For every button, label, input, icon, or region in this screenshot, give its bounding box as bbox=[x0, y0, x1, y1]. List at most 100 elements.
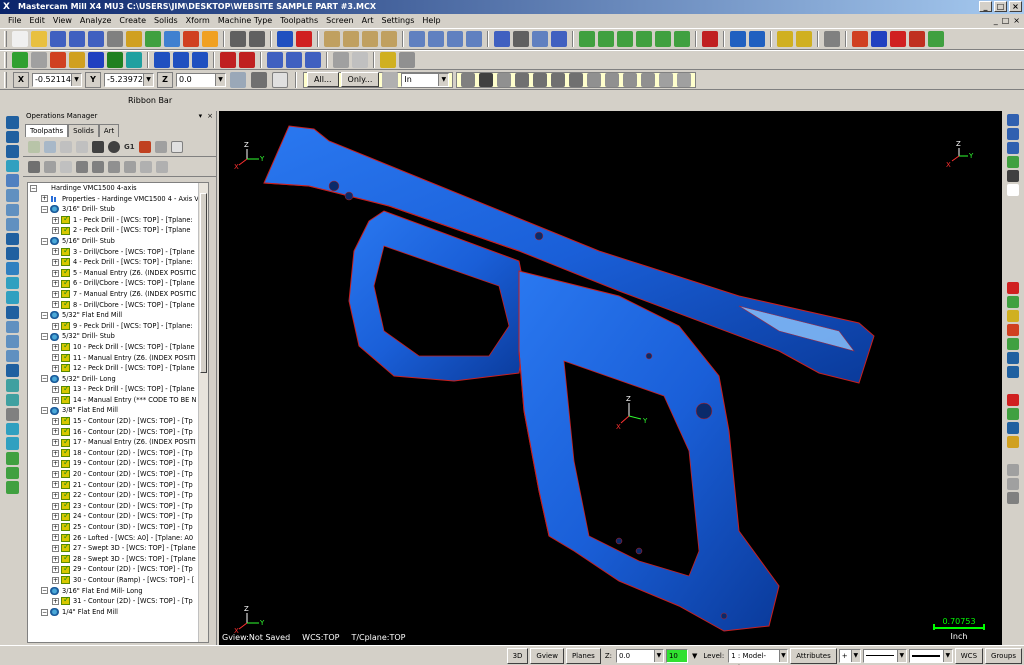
gear-icon[interactable] bbox=[796, 31, 812, 47]
tree-node-op[interactable]: +21 - Contour (2D) - [WCS: TOP] - [Tp bbox=[28, 480, 208, 491]
minimize-button[interactable]: _ bbox=[979, 1, 992, 12]
line-style-select[interactable]: ▼ bbox=[862, 648, 907, 663]
menu-toolpaths[interactable]: Toolpaths bbox=[276, 14, 322, 28]
tree-node-op[interactable]: +13 - Peck Drill - [WCS: TOP] - [Tplane bbox=[28, 384, 208, 395]
tree-node-prop[interactable]: + Properties - Hardinge VMC1500 4 - Axis … bbox=[28, 194, 208, 205]
tree-node-op[interactable]: +23 - Contour (2D) - [WCS: TOP] - [Tp bbox=[28, 501, 208, 512]
toggle-display-icon[interactable] bbox=[44, 160, 56, 173]
left-toolbar-19-icon[interactable] bbox=[5, 393, 19, 407]
select-all-button[interactable]: All... bbox=[307, 72, 339, 87]
close-panel-icon[interactable]: × bbox=[207, 111, 213, 122]
left-toolbar-8-icon[interactable] bbox=[5, 232, 19, 246]
right-toolbar-16-icon[interactable] bbox=[1007, 338, 1019, 350]
delete-ops-icon[interactable] bbox=[154, 140, 167, 153]
fillet-icon[interactable] bbox=[69, 52, 85, 68]
line-width-select[interactable]: ▼ bbox=[908, 648, 953, 663]
expand-toggle-icon[interactable]: + bbox=[52, 597, 59, 605]
trim-icon[interactable] bbox=[192, 52, 208, 68]
mirror-icon[interactable] bbox=[154, 52, 170, 68]
y-coordinate-field[interactable]: -5.23972 ▼ bbox=[104, 72, 154, 87]
dropdown-arrow-icon[interactable]: ▼ bbox=[438, 73, 449, 86]
toolbar-grip[interactable] bbox=[4, 71, 7, 88]
expand-toggle-icon[interactable]: + bbox=[52, 258, 59, 266]
copy-icon[interactable] bbox=[579, 31, 595, 47]
tree-node-op[interactable]: +4 - Peck Drill - [WCS: TOP] - [Tplane: bbox=[28, 257, 208, 268]
wcs-button[interactable]: WCS bbox=[954, 647, 984, 664]
left-toolbar-2-icon[interactable] bbox=[5, 145, 19, 158]
selection-mode-10-icon[interactable] bbox=[641, 72, 656, 87]
expand-toggle-icon[interactable]: + bbox=[52, 428, 59, 436]
expand-toggle-icon[interactable]: + bbox=[52, 248, 59, 256]
copy-icon[interactable] bbox=[145, 31, 161, 47]
menu-edit[interactable]: Edit bbox=[25, 14, 49, 28]
menu-art[interactable]: Art bbox=[358, 14, 378, 28]
tree-node-op[interactable]: +15 - Contour (2D) - [WCS: TOP] - [Tp bbox=[28, 416, 208, 427]
spline-icon[interactable] bbox=[107, 52, 123, 68]
tree-node-tool[interactable]: − 1/4" Flat End Mill bbox=[28, 607, 208, 618]
offset-icon[interactable] bbox=[220, 52, 236, 68]
expand-toggle-icon[interactable]: + bbox=[52, 492, 59, 500]
rect-icon[interactable] bbox=[126, 52, 142, 68]
merge-icon[interactable] bbox=[532, 31, 548, 47]
left-toolbar-25-icon[interactable] bbox=[5, 481, 19, 494]
right-toolbar-23-icon[interactable] bbox=[1007, 436, 1019, 448]
plane-icon[interactable] bbox=[343, 31, 359, 47]
right-toolbar-2-icon[interactable] bbox=[1007, 142, 1019, 154]
rotate-icon[interactable] bbox=[173, 52, 189, 68]
tree-node-op[interactable]: +18 - Contour (2D) - [WCS: TOP] - [Tp bbox=[28, 448, 208, 459]
only-display-selected-icon[interactable] bbox=[140, 160, 152, 173]
arc-icon[interactable] bbox=[50, 52, 66, 68]
left-toolbar-15-icon[interactable] bbox=[5, 335, 19, 348]
groups-button[interactable]: Groups bbox=[985, 647, 1022, 664]
tab-solids[interactable]: Solids bbox=[68, 124, 99, 137]
dropdown-arrow-icon[interactable]: ▼ bbox=[942, 649, 952, 662]
selection-mode-1-icon[interactable] bbox=[479, 72, 494, 87]
save-as-icon[interactable] bbox=[69, 31, 85, 47]
right-toolbar-1-icon[interactable] bbox=[1007, 128, 1019, 140]
expand-toggle-icon[interactable]: − bbox=[41, 375, 48, 383]
plane-icon[interactable] bbox=[777, 31, 793, 47]
mirror-icon[interactable] bbox=[447, 31, 463, 47]
left-toolbar-1-icon[interactable] bbox=[5, 130, 19, 144]
select-icon[interactable] bbox=[852, 31, 868, 47]
left-toolbar-18-icon[interactable] bbox=[5, 378, 19, 392]
redo-icon[interactable] bbox=[636, 31, 652, 47]
tree-node-op[interactable]: +2 - Peck Drill - [WCS: TOP] - [Tplane bbox=[28, 225, 208, 236]
tree-node-op[interactable]: +25 - Contour (3D) - [WCS: TOP] - [Tp bbox=[28, 522, 208, 533]
menu-screen[interactable]: Screen bbox=[322, 14, 358, 28]
x-coordinate-field[interactable]: -0.52114 ▼ bbox=[32, 72, 82, 87]
tree-node-tool[interactable]: − 5/16" Drill- Stub bbox=[28, 236, 208, 247]
solid-icon[interactable] bbox=[730, 31, 746, 47]
shade-icon[interactable] bbox=[277, 31, 293, 47]
level-field[interactable]: 1 : Model- Win ▼ bbox=[728, 648, 789, 665]
level-icon[interactable] bbox=[824, 31, 840, 47]
left-toolbar-3-icon[interactable] bbox=[5, 159, 19, 173]
sphere-icon[interactable] bbox=[381, 31, 397, 47]
select-icon[interactable] bbox=[428, 31, 444, 47]
selection-mode-0-icon[interactable] bbox=[461, 72, 476, 87]
tree-node-tool[interactable]: − 3/16" Drill- Stub bbox=[28, 204, 208, 215]
expand-toggle-icon[interactable]: + bbox=[52, 227, 59, 235]
tab-toolpaths[interactable]: Toolpaths bbox=[25, 124, 69, 137]
new-icon[interactable] bbox=[12, 31, 28, 47]
view-icon[interactable] bbox=[249, 31, 265, 47]
expand-toggle-icon[interactable]: + bbox=[52, 534, 59, 542]
expand-toggle-icon[interactable]: + bbox=[52, 417, 59, 425]
tree-node-tool[interactable]: − 5/32" Drill- Long bbox=[28, 374, 208, 385]
move-down-icon[interactable] bbox=[76, 160, 88, 173]
tree-node-op[interactable]: +17 - Manual Entry (Z6. (INDEX POSITI bbox=[28, 437, 208, 448]
tree-node-tool[interactable]: − 3/8" Flat End Mill bbox=[28, 405, 208, 416]
open-icon[interactable] bbox=[909, 31, 925, 47]
expand-toggle-icon[interactable]: + bbox=[52, 364, 59, 372]
selection-mode-5-icon[interactable] bbox=[551, 72, 566, 87]
expand-toggle-icon[interactable]: + bbox=[52, 216, 59, 224]
expand-toggle-icon[interactable]: − bbox=[41, 587, 48, 595]
x-coordinate-button[interactable]: X bbox=[13, 71, 29, 88]
right-toolbar-22-icon[interactable] bbox=[1007, 422, 1019, 434]
help-icon[interactable] bbox=[272, 71, 288, 88]
dropdown-arrow-icon[interactable]: ▼ bbox=[215, 73, 225, 86]
open-icon[interactable] bbox=[31, 31, 47, 47]
expand-toggle-icon[interactable]: + bbox=[52, 523, 59, 531]
tree-node-tool[interactable]: − 5/32" Flat End Mill bbox=[28, 310, 208, 321]
save-icon[interactable] bbox=[50, 31, 66, 47]
